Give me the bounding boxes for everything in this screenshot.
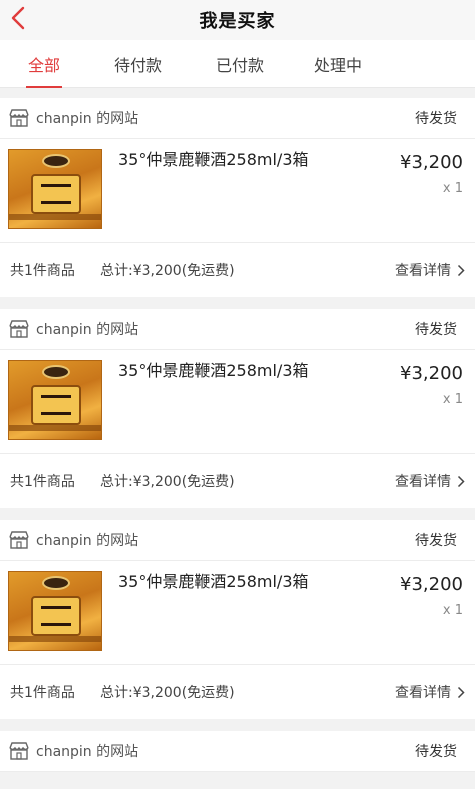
shop-name[interactable]: chanpin 的网站 <box>36 530 415 550</box>
order-product[interactable]: 35°仲景鹿鞭酒258ml/3箱 ¥3,200 x 1 <box>0 561 475 665</box>
order-total: 总计:¥3,200(免运费) <box>100 685 235 701</box>
tab-all[interactable]: 全部 <box>24 40 64 88</box>
product-price: ¥3,200 <box>400 574 463 595</box>
product-image <box>8 149 102 229</box>
chevron-right-icon <box>457 475 465 487</box>
chevron-left-icon <box>11 6 25 30</box>
tab-processing[interactable]: 处理中 <box>308 40 368 88</box>
store-icon <box>9 531 29 549</box>
navbar: 我是买家 <box>0 0 475 40</box>
order-card-header: chanpin 的网站 待发货 <box>0 731 475 772</box>
item-count: 共1件商品 <box>10 685 75 701</box>
tab-pending-payment[interactable]: 待付款 <box>108 40 168 88</box>
page-title: 我是买家 <box>199 11 276 32</box>
order-card-footer: 共1件商品 总计:¥3,200(免运费) 查看详情 <box>0 243 475 297</box>
order-status: 待发货 <box>415 744 457 760</box>
view-details-label: 查看详情 <box>395 474 451 490</box>
store-icon <box>9 742 29 760</box>
view-details-button[interactable]: 查看详情 <box>395 682 465 702</box>
product-price: ¥3,200 <box>400 363 463 384</box>
order-status: 待发货 <box>415 533 457 549</box>
product-name: 35°仲景鹿鞭酒258ml/3箱 <box>118 361 309 380</box>
shop-name[interactable]: chanpin 的网站 <box>36 741 415 761</box>
order-card-header: chanpin 的网站 待发货 <box>0 520 475 561</box>
shop-name[interactable]: chanpin 的网站 <box>36 319 415 339</box>
shop-name[interactable]: chanpin 的网站 <box>36 108 415 128</box>
product-quantity: x 1 <box>442 181 463 196</box>
order-total: 总计:¥3,200(免运费) <box>100 474 235 490</box>
order-list: chanpin 的网站 待发货 35°仲景鹿鞭酒258ml/3箱 ¥3,200 … <box>0 98 475 784</box>
tab-paid[interactable]: 已付款 <box>210 40 270 88</box>
view-details-button[interactable]: 查看详情 <box>395 471 465 491</box>
chevron-right-icon <box>457 686 465 698</box>
order-card[interactable]: chanpin 的网站 待发货 <box>0 731 475 772</box>
order-card-header: chanpin 的网站 待发货 <box>0 98 475 139</box>
order-product[interactable]: 35°仲景鹿鞭酒258ml/3箱 ¥3,200 x 1 <box>0 350 475 454</box>
order-card-footer: 共1件商品 总计:¥3,200(免运费) 查看详情 <box>0 454 475 508</box>
order-card[interactable]: chanpin 的网站 待发货 35°仲景鹿鞭酒258ml/3箱 ¥3,200 … <box>0 309 475 508</box>
product-quantity: x 1 <box>442 603 463 618</box>
product-image <box>8 571 102 651</box>
product-name: 35°仲景鹿鞭酒258ml/3箱 <box>118 572 309 591</box>
product-quantity: x 1 <box>442 392 463 407</box>
order-total: 总计:¥3,200(免运费) <box>100 263 235 279</box>
product-image <box>8 360 102 440</box>
order-status: 待发货 <box>415 322 457 338</box>
order-product[interactable]: 35°仲景鹿鞭酒258ml/3箱 ¥3,200 x 1 <box>0 139 475 243</box>
order-tabs: 全部 待付款 已付款 处理中 <box>0 40 475 88</box>
view-details-label: 查看详情 <box>395 685 451 701</box>
item-count: 共1件商品 <box>10 263 75 279</box>
view-details-button[interactable]: 查看详情 <box>395 260 465 280</box>
product-name: 35°仲景鹿鞭酒258ml/3箱 <box>118 150 309 169</box>
order-card[interactable]: chanpin 的网站 待发货 35°仲景鹿鞭酒258ml/3箱 ¥3,200 … <box>0 520 475 719</box>
store-icon <box>9 109 29 127</box>
store-icon <box>9 320 29 338</box>
order-status: 待发货 <box>415 111 457 127</box>
order-card-header: chanpin 的网站 待发货 <box>0 309 475 350</box>
back-button[interactable] <box>6 4 30 32</box>
item-count: 共1件商品 <box>10 474 75 490</box>
product-price: ¥3,200 <box>400 152 463 173</box>
order-card[interactable]: chanpin 的网站 待发货 35°仲景鹿鞭酒258ml/3箱 ¥3,200 … <box>0 98 475 297</box>
order-card-footer: 共1件商品 总计:¥3,200(免运费) 查看详情 <box>0 665 475 719</box>
chevron-right-icon <box>457 264 465 276</box>
view-details-label: 查看详情 <box>395 263 451 279</box>
